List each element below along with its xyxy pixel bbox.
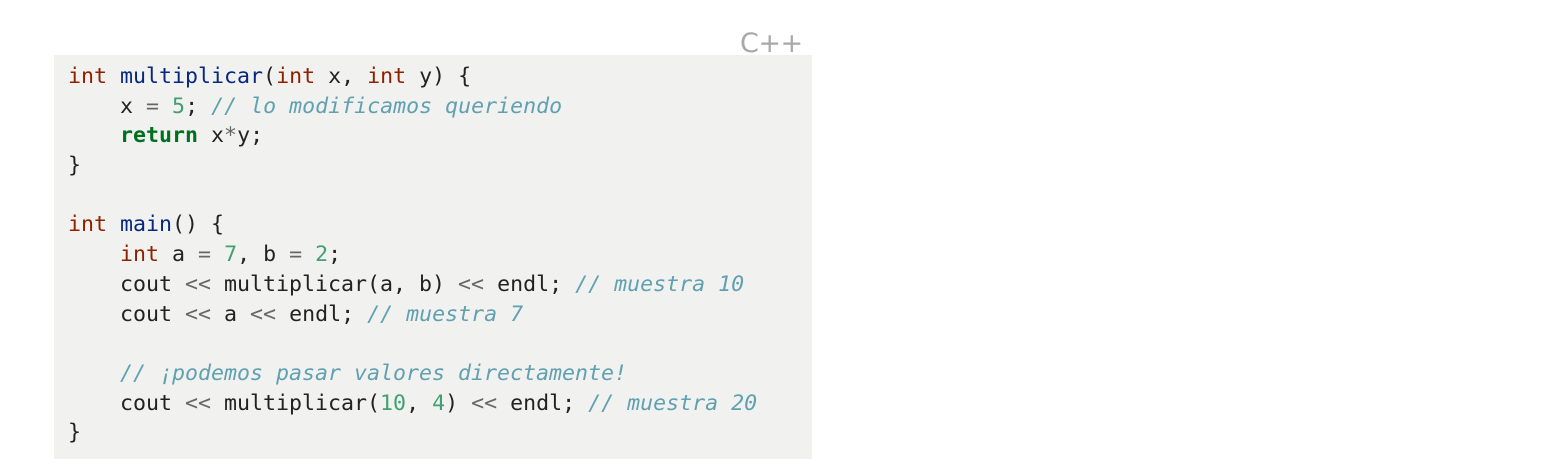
code-token-type: int (276, 64, 316, 89)
code-token-fn: main (120, 212, 173, 238)
code-line: int multiplicar(int x, int y) { (68, 62, 757, 92)
code-token-com: // muestra 7 (367, 301, 524, 327)
code-token-op: << (185, 301, 212, 327)
code-token-type: int (120, 242, 160, 268)
code-token-op: * (224, 123, 238, 149)
code-token-num: 10 (380, 390, 407, 416)
code-token-fn: multiplicar (120, 64, 264, 89)
code-token-com: // lo modificamos queriendo (211, 93, 563, 119)
code-token-plain: x (68, 93, 147, 119)
code-line: int main() { (68, 210, 757, 240)
code-token-plain: endl; (276, 301, 368, 327)
code-lines: int multiplicar(int x, int y) { x = 5; /… (68, 62, 757, 448)
code-token-plain: y) { (406, 64, 472, 89)
code-token-com: // muestra 20 (588, 390, 758, 416)
code-token-plain: ; (328, 242, 342, 268)
code-line: int a = 7, b = 2; (68, 240, 757, 270)
code-token-plain: () { (172, 212, 225, 238)
code-token-num: 2 (315, 242, 329, 268)
code-line: cout << multiplicar(a, b) << endl; // mu… (68, 270, 757, 300)
code-token-plain: } (68, 420, 82, 446)
code-token-op: << (185, 271, 212, 297)
code-token-num: 4 (432, 390, 446, 416)
code-token-type: int (68, 64, 108, 89)
code-token-plain: endl; (497, 390, 589, 416)
code-line: x = 5; // lo modificamos queriendo (68, 92, 757, 122)
code-token-com: // muestra 10 (575, 271, 745, 297)
code-line: } (68, 151, 757, 181)
code-token-plain: cout (68, 271, 186, 297)
code-token-com: // ¡podemos pasar valores directamente! (120, 360, 628, 386)
code-token-plain: cout (68, 301, 186, 327)
code-token-op: << (471, 390, 498, 416)
code-line: } (68, 418, 757, 448)
code-token-plain: y; (237, 123, 264, 149)
code-token-plain: } (68, 153, 82, 179)
code-token-plain: a (159, 242, 199, 268)
code-token-num: 5 (172, 93, 186, 119)
code-token-num: 7 (224, 242, 238, 268)
code-token-plain: multiplicar(a, b) (211, 271, 459, 297)
code-token-op: << (458, 271, 485, 297)
code-token-plain: ) (445, 390, 472, 416)
code-token-plain: multiplicar( (211, 390, 381, 416)
code-token-op: << (185, 390, 212, 416)
code-line: return x*y; (68, 121, 757, 151)
code-line: // ¡podemos pasar valores directamente! (68, 359, 757, 389)
code-token-plain: endl; (484, 271, 576, 297)
code-token-plain: ( (263, 64, 277, 89)
code-line: cout << a << endl; // muestra 7 (68, 300, 757, 330)
code-token-plain: ; (185, 93, 212, 119)
code-token-type: int (367, 64, 407, 89)
code-token-kw: return (120, 123, 199, 149)
code-token-op: = (146, 93, 160, 119)
code-token-plain: a (211, 301, 251, 327)
code-token-op: = (198, 242, 212, 268)
code-token-plain: x (198, 123, 225, 149)
code-token-plain: , (406, 390, 433, 416)
code-token-op: << (250, 301, 277, 327)
code-token-plain: , b (237, 242, 290, 268)
code-token-type: int (68, 212, 108, 238)
code-token-plain: cout (68, 390, 186, 416)
code-line: cout << multiplicar(10, 4) << endl; // m… (68, 389, 757, 419)
code-token-op: = (289, 242, 303, 268)
code-token-plain: x, (315, 64, 368, 89)
code-block: int multiplicar(int x, int y) { x = 5; /… (54, 55, 812, 459)
